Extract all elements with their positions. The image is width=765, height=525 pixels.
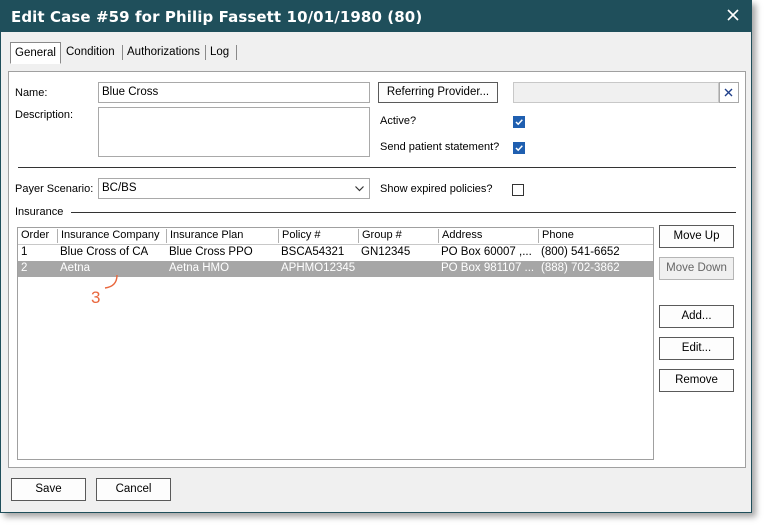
cell-policy: APHMO12345 (281, 262, 356, 274)
send-statement-label: Send patient statement? (380, 141, 500, 153)
referring-provider-button[interactable]: Referring Provider... (378, 82, 498, 103)
add-button[interactable]: Add... (659, 305, 734, 328)
cell-policy: BSCA54321 (281, 246, 345, 258)
description-input[interactable] (98, 107, 370, 157)
cell-company: Blue Cross of CA (60, 246, 149, 258)
tab-log[interactable]: Log (206, 42, 236, 62)
cell-order: 2 (21, 262, 28, 274)
show-expired-label: Show expired policies? (380, 183, 493, 195)
cancel-button[interactable]: Cancel (96, 478, 171, 501)
general-panel: Name: Blue Cross Description: Referring … (8, 71, 746, 468)
annotation-number: 3 (91, 288, 101, 307)
cell-plan: Aetna HMO (169, 262, 230, 274)
edit-case-dialog: Edit Case #59 for Philip Fassett 10/01/1… (0, 0, 752, 513)
edit-button[interactable]: Edit... (659, 337, 734, 360)
move-up-button[interactable]: Move Up (659, 225, 734, 248)
send-statement-checkbox[interactable] (513, 142, 525, 154)
insurance-table: Order Insurance Company Insurance Plan P… (17, 227, 654, 460)
close-icon[interactable] (725, 7, 741, 23)
column-header-plan[interactable]: Insurance Plan (166, 229, 278, 243)
checkmark-icon (515, 145, 523, 152)
column-header-company[interactable]: Insurance Company (57, 229, 166, 243)
insurance-section-label: Insurance (15, 206, 64, 218)
column-header-order[interactable]: Order (18, 229, 57, 243)
section-divider (18, 167, 736, 168)
save-button[interactable]: Save (11, 478, 86, 501)
insurance-divider (71, 212, 736, 213)
table-row[interactable]: 1 Blue Cross of CA Blue Cross PPO BSCA54… (18, 245, 653, 261)
cell-phone: (800) 541-6652 (541, 246, 620, 258)
payer-scenario-label: Payer Scenario: (15, 183, 94, 195)
tab-separator (236, 45, 237, 60)
clear-x-icon[interactable] (719, 82, 739, 103)
show-expired-checkbox[interactable] (512, 184, 524, 196)
column-header-group[interactable]: Group # (358, 229, 438, 243)
active-label: Active? (380, 115, 417, 127)
move-down-button[interactable]: Move Down (659, 257, 734, 280)
annotation-pointer (104, 274, 118, 289)
payer-scenario-value: BC/BS (102, 182, 137, 194)
payer-scenario-select[interactable]: BC/BS (98, 178, 370, 199)
cell-group: GN12345 (361, 246, 411, 258)
column-header-policy[interactable]: Policy # (278, 229, 358, 243)
description-label: Description: (15, 109, 74, 121)
name-input[interactable]: Blue Cross (98, 82, 370, 103)
active-checkbox[interactable] (513, 116, 525, 128)
tab-condition[interactable]: Condition (62, 42, 122, 62)
table-header: Order Insurance Company Insurance Plan P… (18, 228, 653, 245)
cell-address: PO Box 981107 ... (441, 262, 535, 274)
tab-authorizations[interactable]: Authorizations (123, 42, 205, 62)
column-header-address[interactable]: Address (438, 229, 538, 243)
referring-provider-field (513, 82, 719, 103)
name-label: Name: (15, 87, 48, 99)
checkmark-icon (515, 119, 523, 126)
cell-plan: Blue Cross PPO (169, 246, 253, 258)
remove-button[interactable]: Remove (659, 369, 734, 392)
window-title: Edit Case #59 for Philip Fassett 10/01/1… (11, 8, 423, 26)
column-header-phone[interactable]: Phone (538, 229, 653, 243)
cell-order: 1 (21, 246, 28, 258)
title-bar: Edit Case #59 for Philip Fassett 10/01/1… (1, 1, 751, 32)
chevron-down-icon (354, 183, 365, 197)
cell-address: PO Box 60007 ,... (441, 246, 532, 258)
tab-general[interactable]: General (10, 42, 61, 64)
cell-phone: (888) 702-3862 (541, 262, 620, 274)
